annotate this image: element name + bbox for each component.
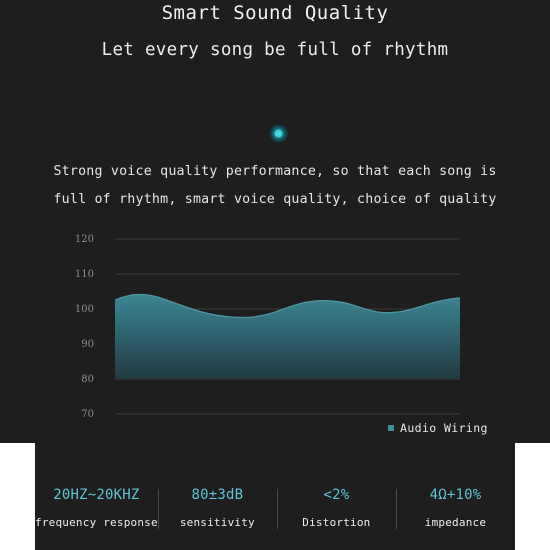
description-line-2: full of rhythm, smart voice quality, cho… [53,192,497,207]
spec-caption: sensitivity [179,516,255,529]
chart-legend: Audio Wiring [388,421,488,435]
spec-list: 20HZ~20KHZ frequency response 80±3dB sen… [35,487,515,529]
y-axis-tick-120: 120 [74,234,94,245]
page-title: Smart Sound Quality [161,2,389,24]
y-axis-tick-90: 90 [81,339,94,350]
page-subtitle: Let every song be full of rhythm [101,40,449,60]
spec-value: 80±3dB [191,487,244,503]
chart-legend-label: Audio Wiring [400,421,488,435]
y-axis-tick-70: 70 [81,409,94,420]
spec-item-frequency-response: 20HZ~20KHZ frequency response [35,487,158,529]
y-axis-tick-110: 110 [74,269,94,280]
product-detail-page: Smart Sound Quality Let every song be fu… [0,0,550,550]
spec-caption: frequency response [35,516,158,529]
spec-value: 20HZ~20KHZ [53,487,140,503]
description-text: Strong voice quality performance, so tha… [0,158,550,214]
spec-item-impedance: 4Ω+10% impedance [395,487,515,529]
spec-item-distortion: <2% Distortion [276,487,396,529]
chart-plot [114,238,461,415]
description-line-1: Strong voice quality performance, so tha… [53,164,497,179]
spec-value: <2% [323,487,350,503]
y-axis-tick-100: 100 [74,304,94,315]
square-marker-icon [388,425,394,431]
spec-caption: Distortion [302,516,371,529]
spec-value: 4Ω+10% [429,487,482,503]
frequency-response-chart: 120 110 100 90 80 70 [60,228,490,438]
y-axis-tick-80: 80 [81,374,94,385]
spec-item-sensitivity: 80±3dB sensitivity [157,487,277,529]
dot-indicator-icon [269,124,288,143]
spec-caption: impedance [424,516,487,529]
